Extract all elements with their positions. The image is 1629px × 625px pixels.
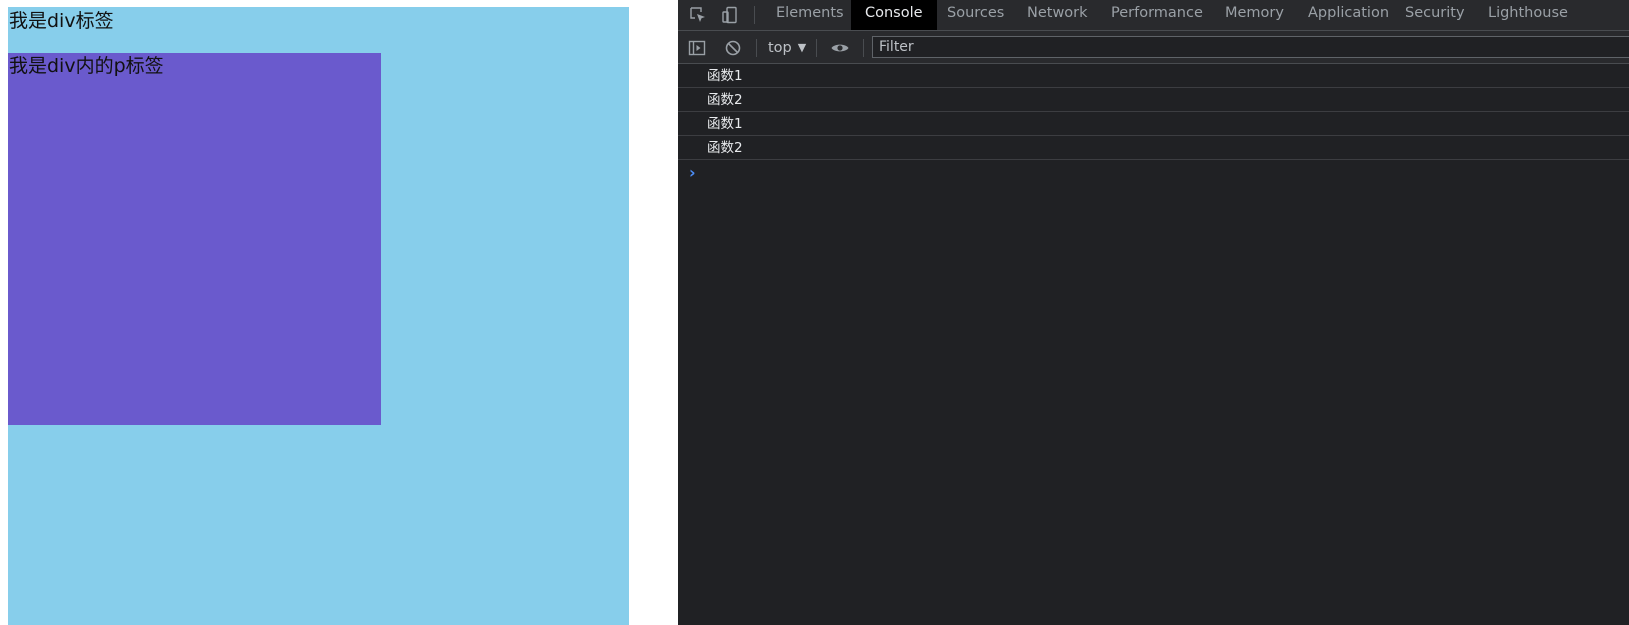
context-selector[interactable]: top ▼ [768,37,806,59]
toolbar-separator [816,39,817,57]
console-message-text: 函数1 [707,116,743,132]
devtools-tabbar: Elements Console Sources Network Perform… [678,0,1629,31]
console-message-text: 函数2 [707,92,743,108]
console-output: 函数1 函数2 函数1 函数2 › [678,64,1629,186]
inner-p: 我是div内的p标签 [8,53,381,425]
outer-div-text: 我是div标签 [9,10,114,32]
tab-lighthouse[interactable]: Lighthouse [1474,0,1582,30]
outer-div: 我是div标签 我是div内的p标签 [8,7,629,625]
console-message-row: 函数2 [678,136,1629,160]
console-sidebar-icon[interactable] [687,38,707,58]
console-message-text: 函数2 [707,140,743,156]
tab-sources[interactable]: Sources [933,0,1018,30]
console-prompt-chevron-icon: › [689,163,696,182]
browser-viewport: 我是div标签 我是div内的p标签 [0,0,678,625]
screenshot-root: 我是div标签 我是div内的p标签 Elements Console Sour… [0,0,1629,625]
devtools-panel: Elements Console Sources Network Perform… [678,0,1629,625]
console-message-row: 函数1 [678,112,1629,136]
clear-console-icon[interactable] [723,38,743,58]
console-message-text: 函数1 [707,68,743,84]
tab-console[interactable]: Console [851,0,937,30]
tab-memory[interactable]: Memory [1211,0,1298,30]
console-message-row: 函数2 [678,88,1629,112]
toolbar-separator [863,39,864,57]
device-toolbar-icon[interactable] [720,5,740,25]
filter-input[interactable] [873,37,1629,57]
inner-p-text: 我是div内的p标签 [9,55,164,77]
toolbar-separator [756,39,757,57]
console-toolbar: top ▼ [678,31,1629,64]
tab-security[interactable]: Security [1391,0,1479,30]
tab-network[interactable]: Network [1013,0,1102,30]
live-expression-icon[interactable] [830,38,850,58]
dropdown-arrow-icon: ▼ [797,41,807,54]
element-picker-icon[interactable] [688,5,708,25]
tab-performance[interactable]: Performance [1097,0,1217,30]
console-message-row: 函数1 [678,64,1629,88]
filter-field[interactable] [872,36,1629,58]
tabbar-separator [754,6,755,24]
tab-elements[interactable]: Elements [762,0,858,30]
console-prompt[interactable]: › [678,160,1629,186]
context-label: top [768,40,792,56]
tab-application[interactable]: Application [1294,0,1403,30]
